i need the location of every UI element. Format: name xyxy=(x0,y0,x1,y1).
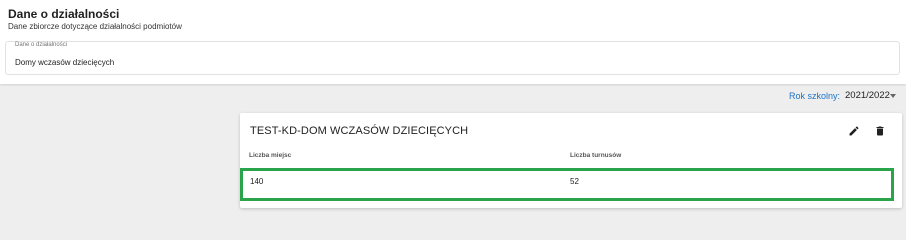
category-select-value: Domy wczasów dziecięcych xyxy=(15,58,115,67)
facility-card: TEST-KD-DOM WCZASÓW DZIECIĘCYCH Liczba m… xyxy=(240,113,902,208)
cell-places: 140 xyxy=(250,177,264,186)
card-title: TEST-KD-DOM WCZASÓW DZIECIĘCYCH xyxy=(250,125,469,137)
school-year-label: Rok szkolny: xyxy=(789,91,841,101)
chevron-down-icon[interactable] xyxy=(890,94,896,98)
page-title: Dane o działalności xyxy=(8,7,120,21)
category-select[interactable]: Dane o działalności Domy wczasów dziecię… xyxy=(5,41,900,75)
trash-icon[interactable] xyxy=(874,125,886,137)
page-subtitle: Dane zbiorcze dotyczące działalności pod… xyxy=(8,22,182,31)
category-select-label: Dane o działalności xyxy=(15,42,68,48)
header-panel: Dane o działalności Dane zbiorcze dotycz… xyxy=(0,0,906,84)
column-header-places: Liczba miejsc xyxy=(249,152,292,159)
column-header-turnus: Liczba turnusów xyxy=(570,152,622,159)
pencil-icon[interactable] xyxy=(848,125,860,137)
cell-turnus: 52 xyxy=(570,177,579,186)
school-year-select[interactable]: 2021/2022 xyxy=(845,90,890,101)
table-row: 140 52 xyxy=(240,169,902,199)
